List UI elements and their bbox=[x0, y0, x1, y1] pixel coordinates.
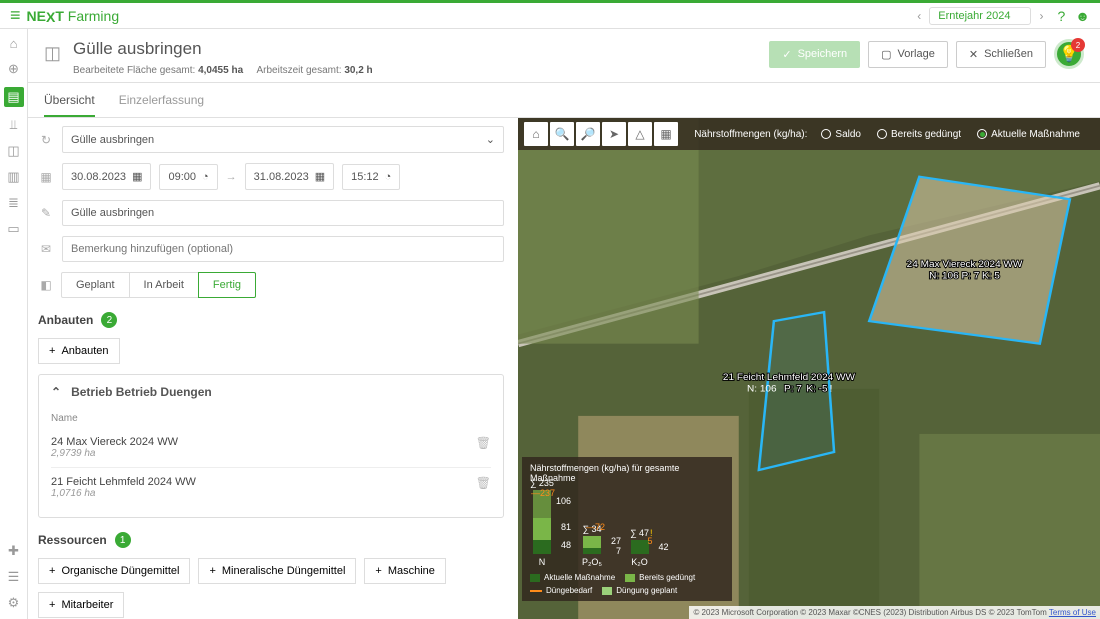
map-toolbar: ⌂ 🔍 🔎 ➤ △ ▦ Nährstoffmengen (kg/ha): Sal… bbox=[518, 118, 1100, 150]
refresh-icon: ↻ bbox=[38, 133, 54, 147]
nav-clipboard-icon[interactable]: ▤ bbox=[4, 87, 24, 107]
pencil-icon: ✎ bbox=[38, 206, 54, 220]
svg-text:P: 7: P: 7 bbox=[784, 384, 802, 394]
delete-plot-icon[interactable]: 🗑 bbox=[476, 476, 491, 490]
plot-row: 24 Max Viereck 2024 WW 2,9739 ha 🗑 bbox=[51, 428, 491, 468]
status-inwork[interactable]: In Arbeit bbox=[129, 272, 199, 298]
task-type-icon: ◫ bbox=[44, 43, 61, 64]
chevron-down-icon: ⌄ bbox=[486, 133, 495, 146]
anbauten-section-header: Anbauten 2 bbox=[38, 312, 504, 328]
svg-text:N: 106: N: 106 bbox=[747, 384, 777, 394]
nav-bookmark-icon[interactable]: ▥ bbox=[6, 169, 22, 185]
close-button[interactable]: ✕Schließen bbox=[956, 41, 1046, 68]
add-mineral-button[interactable]: +Mineralische Düngemittel bbox=[198, 558, 356, 584]
status-icon: ◧ bbox=[38, 278, 54, 292]
time-to-input[interactable]: 15:12◔ bbox=[342, 164, 400, 190]
hamburger-icon[interactable]: ≡ bbox=[10, 5, 21, 26]
svg-text:!: ! bbox=[830, 384, 833, 394]
time-from-input[interactable]: 09:00◔ bbox=[159, 164, 217, 190]
anbauten-card-toggle[interactable]: ⌃ Betrieb Betrieb Duengen bbox=[39, 375, 503, 409]
form-panel: ↻ Gülle ausbringen⌄ ▦ 30.08.2023▦ 09:00◔… bbox=[28, 118, 518, 619]
date-to-input[interactable]: 31.08.2023▦ bbox=[245, 163, 334, 190]
tips-bulb-icon[interactable]: 💡2 bbox=[1054, 39, 1084, 69]
status-done[interactable]: Fertig bbox=[198, 272, 256, 298]
note-input[interactable] bbox=[62, 236, 504, 262]
app-logo: NEXT Farming bbox=[27, 8, 120, 24]
year-prev-icon[interactable]: ‹ bbox=[913, 9, 925, 23]
add-organic-button[interactable]: +Organische Düngemittel bbox=[38, 558, 190, 584]
page-title: Gülle ausbringen bbox=[73, 39, 373, 59]
nav-home-icon[interactable]: ⌂ bbox=[6, 35, 22, 51]
anbauten-card: ⌃ Betrieb Betrieb Duengen Name 24 Max Vi… bbox=[38, 374, 504, 518]
map-draw-icon[interactable]: △ bbox=[628, 122, 652, 146]
nav-list-icon[interactable]: ☰ bbox=[6, 569, 22, 585]
chevron-up-icon: ⌃ bbox=[51, 385, 61, 399]
page-header: ◫ Gülle ausbringen Bearbeitete Fläche ge… bbox=[28, 29, 1100, 83]
tab-single[interactable]: Einzelerfassung bbox=[119, 83, 204, 117]
radio-current[interactable]: Aktuelle Maßnahme bbox=[977, 129, 1080, 140]
user-icon[interactable]: ☻ bbox=[1075, 8, 1090, 24]
nav-stack-icon[interactable]: ≣ bbox=[6, 195, 22, 211]
status-planned[interactable]: Geplant bbox=[61, 272, 130, 298]
date-from-input[interactable]: 30.08.2023▦ bbox=[62, 163, 151, 190]
map-locate-icon[interactable]: ➤ bbox=[602, 122, 626, 146]
app-header: ≡ NEXT Farming ‹ Erntejahr 2024 › ? ☻ bbox=[0, 3, 1100, 29]
map-zoom-out-icon[interactable]: 🔎 bbox=[576, 122, 600, 146]
nav-sidebar: ⌂ ⊕ ▤ ⫫ ◫ ▥ ≣ ▭ ✚ ☰ ⚙ bbox=[0, 29, 28, 619]
description-input[interactable] bbox=[62, 200, 504, 226]
nav-chart-icon[interactable]: ⫫ bbox=[6, 117, 22, 133]
nav-folder-icon[interactable]: ▭ bbox=[6, 221, 22, 237]
add-worker-button[interactable]: +Mitarbeiter bbox=[38, 592, 124, 618]
save-button[interactable]: ✓Speichern bbox=[769, 41, 860, 68]
template-button[interactable]: ▢Vorlage bbox=[868, 41, 948, 68]
task-type-select[interactable]: Gülle ausbringen⌄ bbox=[62, 126, 504, 153]
svg-text:K: -5: K: -5 bbox=[806, 384, 827, 394]
calendar-icon: ▦ bbox=[38, 170, 54, 184]
radio-already[interactable]: Bereits gedüngt bbox=[877, 129, 961, 140]
map-home-icon[interactable]: ⌂ bbox=[524, 122, 548, 146]
form-tabs: Übersicht Einzelerfassung bbox=[28, 83, 1100, 118]
nav-puzzle-icon[interactable]: ✚ bbox=[6, 543, 22, 559]
plot-row: 21 Feicht Lehmfeld 2024 WW 1,0716 ha 🗑 bbox=[51, 468, 491, 507]
svg-text:24 Max Viereck 2024 WW: 24 Max Viereck 2024 WW bbox=[907, 259, 1023, 269]
harvest-year-select[interactable]: Erntejahr 2024 bbox=[929, 7, 1031, 25]
tab-overview[interactable]: Übersicht bbox=[44, 83, 95, 117]
nav-settings-icon[interactable]: ⚙ bbox=[6, 595, 22, 611]
add-anbauten-button[interactable]: +Anbauten bbox=[38, 338, 120, 364]
nutrient-panel: Nährstoffmengen (kg/ha) für gesamte Maßn… bbox=[522, 457, 732, 601]
svg-text:N: 106 P: 7 K: 5: N: 106 P: 7 K: 5 bbox=[929, 271, 1000, 281]
map-grid-icon[interactable]: ▦ bbox=[654, 122, 678, 146]
map-zoom-in-icon[interactable]: 🔍 bbox=[550, 122, 574, 146]
resources-section-header: Ressourcen 1 bbox=[38, 532, 504, 548]
svg-text:21 Feicht Lehmfeld 2024 WW: 21 Feicht Lehmfeld 2024 WW bbox=[723, 372, 855, 382]
comment-icon: ✉ bbox=[38, 242, 54, 256]
map-panel[interactable]: 24 Max Viereck 2024 WW N: 106 P: 7 K: 5 … bbox=[518, 118, 1100, 619]
terms-link[interactable]: Terms of Use bbox=[1049, 608, 1096, 617]
radio-saldo[interactable]: Saldo bbox=[821, 129, 861, 140]
add-machine-button[interactable]: +Maschine bbox=[364, 558, 446, 584]
map-attribution: © 2023 Microsoft Corporation © 2023 Maxa… bbox=[689, 606, 1100, 619]
help-icon[interactable]: ? bbox=[1057, 8, 1065, 24]
delete-plot-icon[interactable]: 🗑 bbox=[476, 436, 491, 450]
nav-layers-icon[interactable]: ◫ bbox=[6, 143, 22, 159]
nav-add-icon[interactable]: ⊕ bbox=[6, 61, 22, 77]
year-next-icon[interactable]: › bbox=[1035, 9, 1047, 23]
